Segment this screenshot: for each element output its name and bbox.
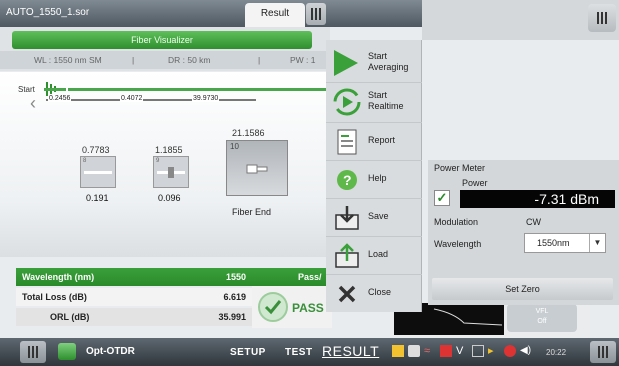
param-separator: | [132,55,135,65]
vfl-icon: V [456,345,464,357]
wavelength-label: Wavelength [434,239,482,249]
wavelength-select[interactable]: 1550nm ▼ [524,233,606,253]
help-icon: ? [337,170,357,190]
table-row: Wavelength (nm) 1550 [16,268,252,286]
app-name: Opt-OTDR [86,346,135,357]
chevron-down-icon: ▼ [589,234,605,252]
event-connector[interactable]: 9 [153,156,189,188]
segment-length: 0.4072 [120,95,144,102]
usb-icon: ▸ [488,345,494,357]
modulation-label: Modulation [434,217,479,227]
event-splice[interactable]: 8 [80,156,116,188]
realtime-icon [333,88,361,116]
taskbar: Opt-OTDR SETUP TEST RESULT ≈ V ▸ ◀) 20:2… [0,338,619,366]
fiber-visualizer-header: Fiber Visualizer WL : 1550 nm SM | DR : … [0,27,330,71]
segment-length: 39.9730 [192,95,220,102]
network-icon [504,345,516,357]
event-reflectance: 0.191 [86,193,109,203]
fiber-end-event[interactable]: 10 [226,140,288,196]
pass-check-icon [258,292,288,322]
right-handle-icon[interactable] [590,341,616,363]
fiber-line [46,99,256,101]
alert-icon [440,345,452,357]
chevron-left-icon[interactable]: ‹ [30,93,36,114]
play-icon [334,50,358,76]
report-icon [337,129,357,155]
fiber-end-icon [246,164,268,174]
param-wavelength: WL : 1550 nm SM [34,55,102,65]
camera-icon [408,345,420,357]
file-name: AUTO_1550_1.sor [6,7,90,18]
param-distance-range: DR : 50 km [168,55,211,65]
start-realtime-button[interactable]: Start Realtime [326,83,422,121]
display-icon [472,345,484,357]
fiber-span-line [68,88,330,91]
power-enable-checkbox[interactable]: ✓ [434,190,450,206]
param-separator: | [258,55,261,65]
fiber-end-label: Fiber End [232,207,272,217]
table-row: ORL (dB) 35.991 [16,308,252,326]
segment-length: 0.2456 [48,95,72,102]
param-pulse-width: PW : 1 [290,55,316,65]
table-row: Total Loss (dB) 6.619 [16,288,252,306]
pass-text: PASS [292,301,324,315]
power-meter-title: Power Meter [434,163,486,173]
menu-test[interactable]: TEST [285,347,313,358]
svg-text:?: ? [343,172,352,188]
report-button[interactable]: Report [326,123,422,161]
speaker-icon[interactable]: ◀) [520,345,532,357]
otdr-app-icon[interactable] [58,343,76,360]
fiber-visualizer-title[interactable]: Fiber Visualizer [12,31,312,49]
load-icon [335,243,359,268]
start-marker-icon [44,82,66,96]
event-reflectance: 0.096 [158,193,181,203]
connector-icon [392,345,404,357]
load-button[interactable]: Load [326,237,422,275]
set-zero-button[interactable]: Set Zero [432,278,613,300]
power-label: Power [462,178,488,188]
start-averaging-button[interactable]: Start Averaging [326,44,422,82]
results-table: Wavelength (nm) 1550 Total Loss (dB) 6.619… [16,268,252,328]
acquisition-params: WL : 1550 nm SM | DR : 50 km | PW : 1 [0,51,330,69]
close-icon [338,285,356,303]
power-meter-panel: Power Meter Power ✓ -7.31 dBm Modulation… [428,160,619,305]
menu-result[interactable]: RESULT [322,343,379,359]
tab-result[interactable]: Result [245,3,305,27]
system-tray: ≈ V ▸ ◀) [392,345,532,357]
power-readout: -7.31 dBm [460,190,615,208]
event-loss: 1.1855 [155,145,183,155]
event-loss: 0.7783 [82,145,110,155]
panel-grip-icon[interactable] [306,3,326,25]
save-icon [335,206,359,230]
close-button[interactable]: Close [326,275,422,313]
help-button[interactable]: ? Help [326,161,422,199]
pass-fail-header: Pass/ [252,268,332,286]
close-overlay-grip-icon[interactable] [588,4,616,32]
side-menu: Start Averaging Start Realtime Report ? … [326,40,422,312]
menu-setup[interactable]: SETUP [230,347,266,358]
wifi-icon: ≈ [424,345,431,357]
left-handle-icon[interactable] [20,341,46,363]
otdr-screen: AUTO_1550_1.sor Result Fiber Visualizer … [0,0,619,366]
event-position: 21.1586 [232,128,265,138]
save-button[interactable]: Save [326,199,422,237]
wavelength-value: 1550nm [537,238,570,248]
modulation-value: CW [526,217,541,227]
pass-fail-status: Pass/ PASS [252,268,332,328]
clock: 20:22 [546,348,567,357]
